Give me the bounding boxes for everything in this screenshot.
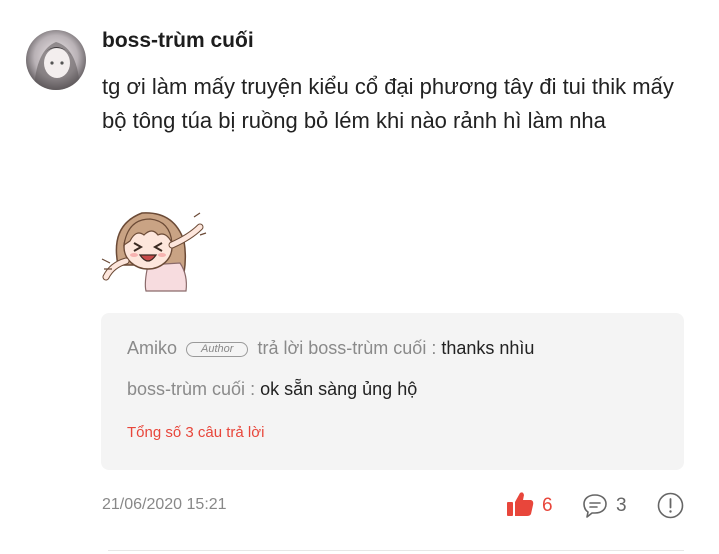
comment-text: tg ơi làm mấy truyện kiểu cổ đại phương … (102, 74, 674, 133)
reply-author[interactable]: Amiko (127, 338, 177, 358)
reply-box: Amiko Author trả lời boss-trùm cuối : th… (101, 313, 684, 470)
like-button[interactable] (505, 489, 535, 519)
reply-message: thanks nhìu (441, 338, 535, 358)
avatar-image (26, 30, 86, 90)
author-badge: Author (186, 342, 249, 357)
reply-count: 3 (616, 495, 627, 516)
reply-author[interactable]: boss-trùm cuối (127, 379, 245, 399)
thumbs-up-icon (507, 492, 534, 516)
comment-date: 21/06/2020 15:21 (102, 496, 227, 513)
reply-item: Amiko Author trả lời boss-trùm cuối : th… (127, 338, 534, 359)
total-replies-link[interactable]: Tổng số 3 câu trả lời (127, 424, 264, 441)
reply-connector: : (250, 379, 256, 399)
divider (108, 550, 684, 551)
reply-connector: trả lời boss-trùm cuối : (257, 338, 437, 358)
user-avatar[interactable] (26, 30, 86, 90)
like-count: 6 (542, 495, 553, 516)
speech-bubble-icon (583, 494, 607, 518)
reply-message: ok sẵn sàng ủng hộ (260, 379, 418, 399)
report-button[interactable] (657, 492, 684, 519)
comment-username[interactable]: boss-trùm cuối (102, 29, 254, 53)
reply-item: boss-trùm cuối : ok sẵn sàng ủng hộ (127, 379, 417, 400)
exclamation-circle-icon (657, 492, 684, 519)
anime-girl-sticker (100, 205, 208, 295)
reply-button[interactable] (581, 492, 609, 520)
